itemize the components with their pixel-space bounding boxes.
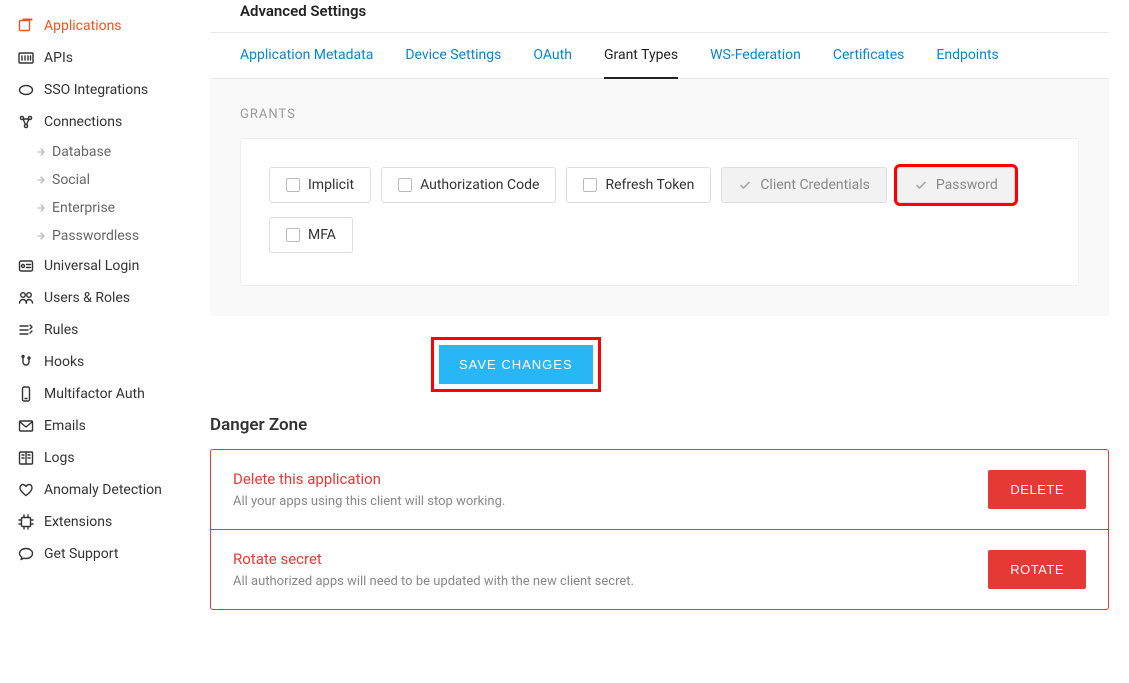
sidebar-item-applications[interactable]: Applications xyxy=(14,10,210,42)
sidebar-item-sso-integrations[interactable]: SSO Integrations xyxy=(14,74,210,106)
grant-label: MFA xyxy=(308,228,336,242)
apps-icon xyxy=(18,18,34,34)
arrow-icon xyxy=(36,203,46,213)
sidebar-item-get-support[interactable]: Get Support xyxy=(14,538,210,570)
sidebar-subitem-enterprise[interactable]: Enterprise xyxy=(14,194,210,222)
check-icon xyxy=(738,178,752,192)
card-icon xyxy=(18,258,34,274)
sidebar-item-logs[interactable]: Logs xyxy=(14,442,210,474)
grant-label: Authorization Code xyxy=(420,178,539,192)
sidebar-item-anomaly-detection[interactable]: Anomaly Detection xyxy=(14,474,210,506)
checkbox[interactable] xyxy=(398,178,412,192)
tab-certificates[interactable]: Certificates xyxy=(833,33,905,78)
chat-icon xyxy=(18,546,34,562)
sidebar-subitem-label: Enterprise xyxy=(52,200,115,216)
sidebar-item-connections[interactable]: Connections xyxy=(14,106,210,138)
sidebar-item-extensions[interactable]: Extensions xyxy=(14,506,210,538)
sidebar-item-apis[interactable]: APIs xyxy=(14,42,210,74)
danger-desc: All authorized apps will need to be upda… xyxy=(233,574,634,589)
rules-icon xyxy=(18,322,34,338)
tab-ws-federation[interactable]: WS-Federation xyxy=(710,33,801,78)
sidebar-item-label: Connections xyxy=(44,114,122,130)
grant-label: Implicit xyxy=(308,178,354,192)
tab-application-metadata[interactable]: Application Metadata xyxy=(240,33,373,78)
sidebar-item-label: Extensions xyxy=(44,514,112,530)
hooks-icon xyxy=(18,354,34,370)
save-highlight: SAVE CHANGES xyxy=(434,340,598,389)
sidebar-item-label: Logs xyxy=(44,450,75,466)
sidebar-item-label: SSO Integrations xyxy=(44,82,148,98)
save-changes-button[interactable]: SAVE CHANGES xyxy=(439,345,593,384)
danger-item: Rotate secret All authorized apps will ne… xyxy=(211,529,1108,609)
arrow-icon xyxy=(36,231,46,241)
danger-heading: Delete this application xyxy=(233,470,505,488)
sidebar-item-label: Rules xyxy=(44,322,78,338)
sidebar-item-universal-login[interactable]: Universal Login xyxy=(14,250,210,282)
connections-icon xyxy=(18,114,34,130)
danger-desc: All your apps using this client will sto… xyxy=(233,494,505,509)
grant-password: Password xyxy=(897,167,1015,203)
tab-oauth[interactable]: OAuth xyxy=(533,33,572,78)
sidebar-subitem-label: Database xyxy=(52,144,111,160)
sidebar-subitem-passwordless[interactable]: Passwordless xyxy=(14,222,210,250)
grant-label: Password xyxy=(936,178,998,192)
check-icon xyxy=(914,178,928,192)
users-icon xyxy=(18,290,34,306)
sidebar-item-label: APIs xyxy=(44,50,73,66)
email-icon xyxy=(18,418,34,434)
sso-icon xyxy=(18,82,34,98)
sidebar-item-label: Get Support xyxy=(44,546,118,562)
arrow-icon xyxy=(36,147,46,157)
grant-mfa[interactable]: MFA xyxy=(269,217,353,253)
apis-icon xyxy=(18,50,34,66)
sidebar-item-label: Emails xyxy=(44,418,86,434)
sidebar-subitem-database[interactable]: Database xyxy=(14,138,210,166)
grant-label: Refresh Token xyxy=(605,178,694,192)
sidebar-item-label: Multifactor Auth xyxy=(44,386,145,402)
grant-authorization-code[interactable]: Authorization Code xyxy=(381,167,556,203)
sidebar-subitem-label: Social xyxy=(52,172,90,188)
grant-implicit[interactable]: Implicit xyxy=(269,167,371,203)
sidebar-item-label: Applications xyxy=(44,18,122,34)
sidebar-item-label: Anomaly Detection xyxy=(44,482,162,498)
sidebar-item-emails[interactable]: Emails xyxy=(14,410,210,442)
danger-zone-title: Danger Zone xyxy=(210,415,1109,435)
logs-icon xyxy=(18,450,34,466)
sidebar-item-label: Hooks xyxy=(44,354,84,370)
checkbox[interactable] xyxy=(583,178,597,192)
grant-client-credentials: Client Credentials xyxy=(721,167,887,203)
tab-device-settings[interactable]: Device Settings xyxy=(405,33,501,78)
sidebar-item-label: Universal Login xyxy=(44,258,139,274)
sidebar-subitem-label: Passwordless xyxy=(52,228,139,244)
grants-label: GRANTS xyxy=(240,107,1079,122)
heart-icon xyxy=(18,482,34,498)
sidebar-item-users-roles[interactable]: Users & Roles xyxy=(14,282,210,314)
chip-icon xyxy=(18,514,34,530)
tab-grant-types[interactable]: Grant Types xyxy=(604,33,678,79)
danger-heading: Rotate secret xyxy=(233,550,634,568)
sidebar-item-multifactor-auth[interactable]: Multifactor Auth xyxy=(14,378,210,410)
grant-refresh-token[interactable]: Refresh Token xyxy=(566,167,711,203)
delete-button[interactable]: DELETE xyxy=(988,470,1086,509)
sidebar-item-hooks[interactable]: Hooks xyxy=(14,346,210,378)
sidebar-item-rules[interactable]: Rules xyxy=(14,314,210,346)
section-title: Advanced Settings xyxy=(210,0,1109,32)
checkbox[interactable] xyxy=(286,228,300,242)
mfa-icon xyxy=(18,386,34,402)
tab-endpoints[interactable]: Endpoints xyxy=(936,33,998,78)
danger-item: Delete this application All your apps usi… xyxy=(211,450,1108,529)
sidebar-item-label: Users & Roles xyxy=(44,290,130,306)
grant-label: Client Credentials xyxy=(760,178,870,192)
arrow-icon xyxy=(36,175,46,185)
rotate-button[interactable]: ROTATE xyxy=(988,550,1086,589)
sidebar-subitem-social[interactable]: Social xyxy=(14,166,210,194)
checkbox[interactable] xyxy=(286,178,300,192)
